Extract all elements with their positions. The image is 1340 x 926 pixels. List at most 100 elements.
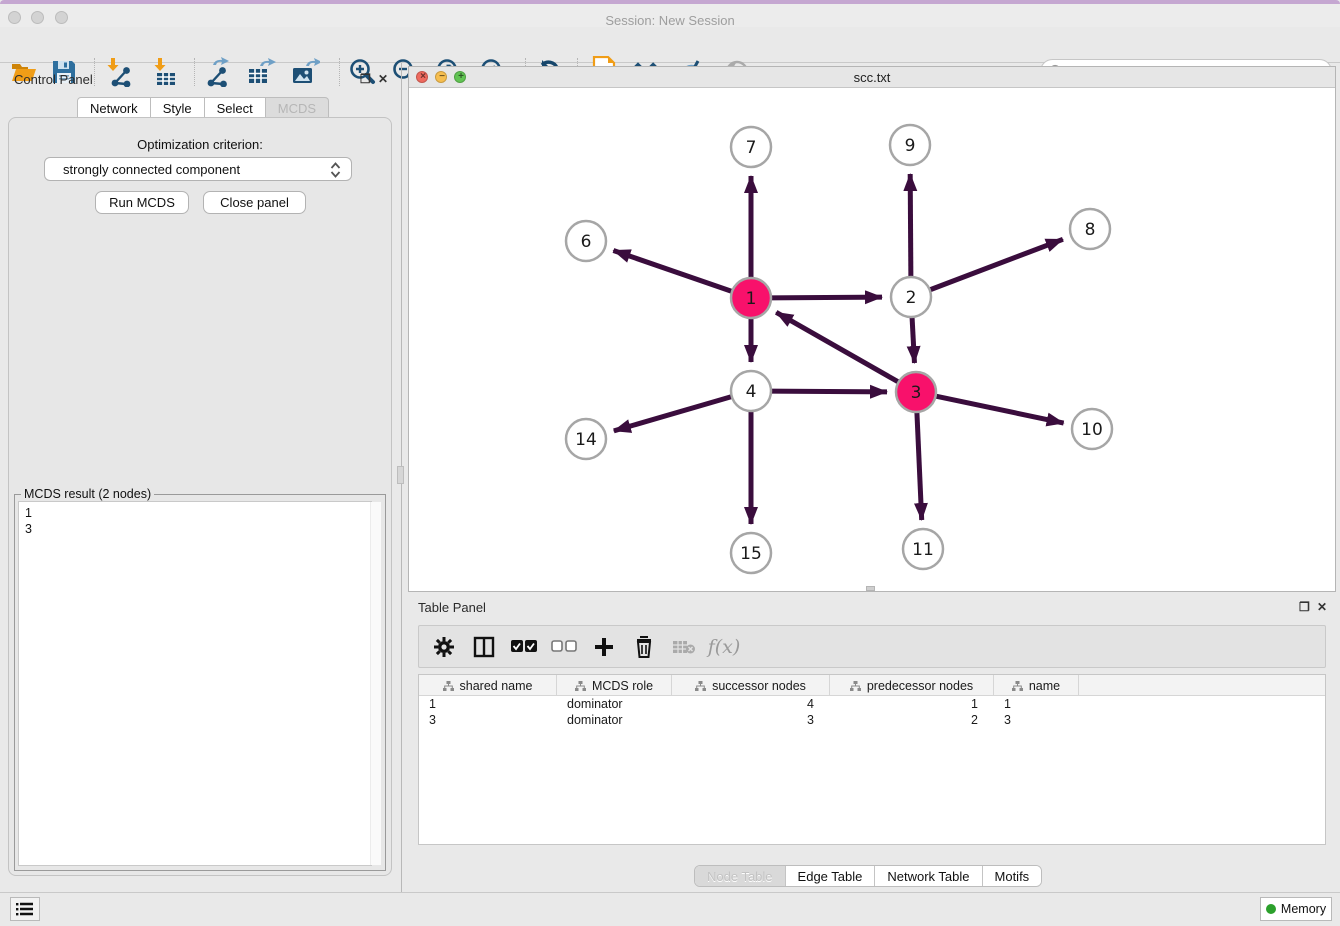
node-2[interactable]: 2 [891, 277, 931, 317]
table-cell[interactable]: 1 [994, 696, 1079, 712]
svg-text:14: 14 [575, 430, 597, 450]
import-network-icon[interactable] [102, 56, 134, 88]
node-4[interactable]: 4 [731, 371, 771, 411]
node-14[interactable]: 14 [566, 419, 606, 459]
function-builder-icon[interactable]: f(x) [711, 634, 737, 660]
node-1[interactable]: 1 [731, 278, 771, 318]
edge-2-8[interactable] [928, 239, 1063, 290]
tab-network[interactable]: Network [77, 97, 151, 118]
edge-4-3[interactable] [769, 391, 887, 392]
edge-2-9[interactable] [910, 174, 911, 279]
task-history-button[interactable] [10, 897, 40, 921]
export-network-icon[interactable] [202, 56, 234, 88]
node-6[interactable]: 6 [566, 221, 606, 261]
table-row[interactable]: 1dominator411 [419, 696, 1325, 712]
edge-3-10[interactable] [934, 396, 1064, 423]
toolbar-separator [194, 58, 195, 86]
node-10[interactable]: 10 [1072, 409, 1112, 449]
column-header-successor-nodes[interactable]: successor nodes [672, 675, 830, 696]
network-canvas[interactable]: 7 9 6 8 1 2 4 3 14 10 15 11 [409, 88, 1335, 592]
select-all-checks-icon[interactable] [511, 634, 537, 660]
close-panel-button[interactable]: Close panel [203, 191, 306, 214]
list-icon [16, 902, 34, 916]
table-cell[interactable]: 3 [419, 712, 557, 728]
edge-3-11[interactable] [917, 410, 922, 520]
mcds-result-text[interactable]: 1 3 [18, 501, 372, 866]
table-cell[interactable]: 1 [419, 696, 557, 712]
optimization-criterion-label: Optimization criterion: [8, 137, 392, 152]
memory-button[interactable]: Memory [1260, 897, 1332, 921]
mcds-result-scrollbar[interactable] [370, 502, 381, 865]
node-9[interactable]: 9 [890, 125, 930, 165]
tab-style[interactable]: Style [151, 97, 205, 118]
tab-edge-table[interactable]: Edge Table [786, 866, 876, 886]
column-header-MCDS-role[interactable]: MCDS role [557, 675, 672, 696]
control-panel-tabs: Network Style Select MCDS [77, 97, 329, 118]
column-header-predecessor-nodes[interactable]: predecessor nodes [830, 675, 994, 696]
criterion-value: strongly connected component [63, 162, 240, 177]
panel-splitter-handle[interactable] [397, 466, 404, 484]
column-header-shared-name[interactable]: shared name [419, 675, 557, 696]
table-cell[interactable]: dominator [557, 712, 672, 728]
hierarchy-icon [1012, 681, 1023, 691]
table-cell[interactable]: 1 [830, 696, 994, 712]
control-panel-float-icon[interactable]: ❐ [360, 72, 371, 86]
export-table-icon[interactable] [245, 56, 277, 88]
table-body: 1dominator4113dominator323 [419, 696, 1325, 728]
settings-gear-icon[interactable] [431, 634, 457, 660]
edge-1-6[interactable] [613, 250, 734, 292]
column-header-name[interactable]: name [994, 675, 1079, 696]
svg-text:3: 3 [911, 383, 922, 403]
table-cell[interactable]: 4 [672, 696, 830, 712]
node-15[interactable]: 15 [731, 533, 771, 573]
tab-motifs[interactable]: Motifs [983, 866, 1042, 886]
delete-column-icon[interactable] [631, 634, 657, 660]
criterion-dropdown[interactable]: strongly connected component [44, 157, 352, 181]
table-cell[interactable]: 2 [830, 712, 994, 728]
edge-3-1[interactable] [776, 312, 900, 383]
control-panel-close-icon[interactable]: ✕ [378, 72, 388, 86]
table-panel-close-icon[interactable]: ✕ [1317, 600, 1327, 614]
add-column-icon[interactable] [591, 634, 617, 660]
table-panel-title: Table Panel [418, 600, 486, 615]
edge-1-2[interactable] [769, 297, 882, 298]
node-3[interactable]: 3 [896, 372, 936, 412]
node-table[interactable]: shared nameMCDS rolesuccessor nodesprede… [418, 674, 1326, 845]
tab-select[interactable]: Select [205, 97, 266, 118]
network-view-window[interactable]: × − + scc.txt 7 9 6 8 1 2 4 3 14 10 15 11 [408, 66, 1336, 592]
hierarchy-icon [575, 681, 586, 691]
canvas-splitter-handle[interactable] [866, 586, 875, 591]
table-cell[interactable]: 3 [672, 712, 830, 728]
svg-text:11: 11 [912, 540, 934, 560]
hierarchy-icon [443, 681, 454, 691]
edge-2-3[interactable] [912, 315, 915, 363]
run-mcds-button[interactable]: Run MCDS [95, 191, 189, 214]
node-8[interactable]: 8 [1070, 209, 1110, 249]
status-bar [0, 892, 1340, 926]
memory-status-dot [1266, 904, 1276, 914]
table-row[interactable]: 3dominator323 [419, 712, 1325, 728]
node-7[interactable]: 7 [731, 127, 771, 167]
svg-text:6: 6 [581, 232, 592, 252]
node-11[interactable]: 11 [903, 529, 943, 569]
table-cell[interactable]: dominator [557, 696, 672, 712]
delete-table-icon[interactable] [671, 634, 697, 660]
app-titlebar[interactable]: Session: New Session [0, 4, 1340, 27]
column-layout-icon[interactable] [471, 634, 497, 660]
import-table-icon[interactable] [149, 56, 181, 88]
export-image-icon[interactable] [289, 56, 321, 88]
svg-text:1: 1 [746, 289, 757, 309]
svg-text:8: 8 [1085, 220, 1096, 240]
control-panel-title: Control Panel [14, 72, 93, 87]
table-cell[interactable]: 3 [994, 712, 1079, 728]
edge-4-14[interactable] [614, 396, 734, 431]
table-panel-float-icon[interactable]: ❐ [1299, 600, 1310, 614]
memory-label: Memory [1281, 902, 1326, 916]
tab-node-table[interactable]: Node Table [695, 866, 786, 886]
tab-network-table[interactable]: Network Table [875, 866, 982, 886]
tab-mcds[interactable]: MCDS [266, 97, 329, 118]
hierarchy-icon [850, 681, 861, 691]
network-window-titlebar[interactable]: × − + scc.txt [409, 67, 1335, 88]
deselect-all-checks-icon[interactable] [551, 634, 577, 660]
svg-text:10: 10 [1081, 420, 1103, 440]
